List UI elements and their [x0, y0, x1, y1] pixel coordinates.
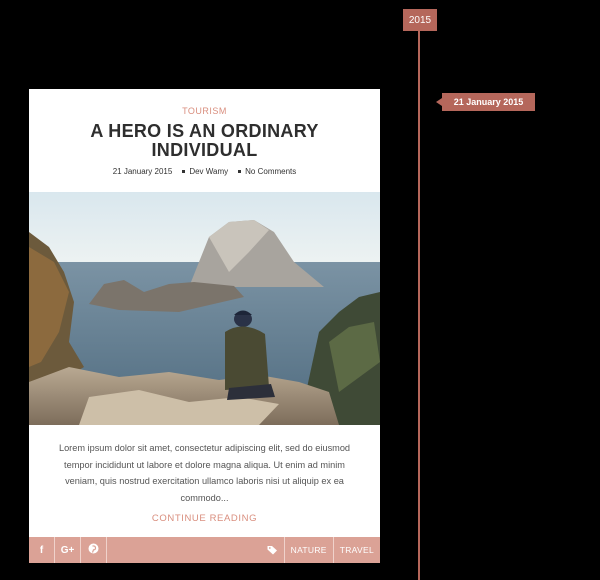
post-image[interactable]: [29, 192, 380, 425]
google-plus-icon: G+: [60, 544, 75, 556]
post-date: 21 January 2015: [112, 167, 173, 176]
tag-icon: [262, 537, 284, 563]
separator-dot: [182, 170, 186, 174]
post-footer: f G+ NATURE TRAVEL: [29, 537, 380, 563]
post-category[interactable]: TOURISM: [29, 89, 380, 116]
post-comments[interactable]: No Comments: [245, 167, 296, 176]
share-google-plus-button[interactable]: G+: [55, 537, 81, 563]
continue-reading-link[interactable]: CONTINUE READING: [29, 513, 380, 524]
timeline-date-tag: 21 January 2015: [436, 93, 535, 111]
tag-nature[interactable]: NATURE: [283, 537, 333, 563]
facebook-icon: f: [39, 544, 44, 556]
footer-spacer: [107, 537, 262, 563]
post-comments-wrap: No Comments: [238, 167, 296, 176]
tag-travel[interactable]: TRAVEL: [332, 537, 380, 563]
post-meta: 21 January 2015 Dev Wamy No Comments: [29, 167, 380, 176]
pinterest-icon: [88, 543, 99, 557]
year-badge: 2015: [403, 9, 437, 31]
separator-dot: [238, 170, 242, 174]
post-author[interactable]: Dev Wamy: [189, 167, 228, 176]
post-excerpt: Lorem ipsum dolor sit amet, consectetur …: [58, 443, 351, 503]
post-author-wrap: Dev Wamy: [182, 167, 228, 176]
share-pinterest-button[interactable]: [81, 537, 107, 563]
timeline-line: [418, 28, 420, 580]
hero-illustration: [29, 192, 380, 425]
share-facebook-button[interactable]: f: [29, 537, 55, 563]
post-title[interactable]: A HERO IS AN ORDINARY INDIVIDUAL: [29, 122, 380, 160]
post-card: TOURISM A HERO IS AN ORDINARY INDIVIDUAL…: [29, 89, 380, 563]
